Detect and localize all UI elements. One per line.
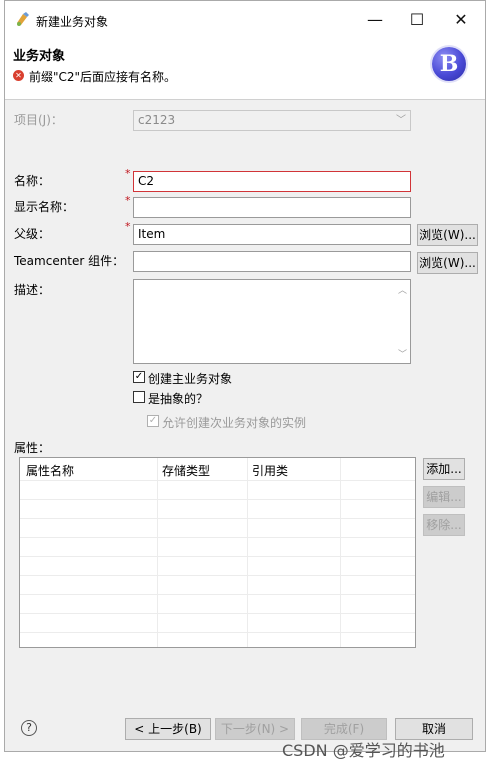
name-value: C2 bbox=[138, 174, 155, 188]
row-divider bbox=[20, 480, 415, 481]
allow-secondary-checkbox: ✓ bbox=[147, 415, 159, 427]
wizard-header: 业务对象 ✕ 前缀"C2"后面应接有名称。 B bbox=[5, 39, 485, 100]
row-divider bbox=[20, 499, 415, 500]
row-divider bbox=[20, 632, 415, 633]
row-divider bbox=[20, 594, 415, 595]
required-marker: * bbox=[125, 220, 131, 233]
parent-label: 父级： bbox=[14, 227, 51, 241]
row-divider bbox=[20, 537, 415, 538]
properties-label: 属性： bbox=[14, 441, 51, 455]
abstract-label: 是抽象的？ bbox=[148, 392, 209, 406]
chevron-down-icon: ﹀ bbox=[396, 115, 406, 126]
required-marker: * bbox=[125, 194, 131, 207]
browse-parent-button[interactable]: 浏览(W)... bbox=[417, 224, 478, 246]
scroll-down-icon[interactable]: ﹀ bbox=[398, 347, 407, 360]
edit-property-button: 编辑... bbox=[423, 486, 465, 508]
close-button[interactable]: ✕ bbox=[441, 5, 481, 35]
window-title: 新建业务对象 bbox=[36, 15, 109, 29]
help-icon[interactable]: ? bbox=[21, 720, 37, 736]
error-message: 前缀"C2"后面应接有名称。 bbox=[29, 70, 177, 84]
column-header[interactable]: 存储类型 bbox=[162, 462, 210, 479]
new-business-object-dialog: 新建业务对象 — ☐ ✕ 业务对象 ✕ 前缀"C2"后面应接有名称。 B 项目(… bbox=[4, 0, 486, 752]
column-header[interactable]: 属性名称 bbox=[26, 462, 74, 479]
parent-value: Item bbox=[138, 227, 166, 241]
title-bar: 新建业务对象 — ☐ ✕ bbox=[5, 1, 485, 39]
maximize-button[interactable]: ☐ bbox=[397, 5, 437, 35]
description-label: 描述： bbox=[14, 283, 51, 297]
error-icon: ✕ bbox=[13, 70, 24, 81]
scroll-up-icon[interactable]: ︿ bbox=[398, 283, 407, 296]
required-marker: * bbox=[125, 167, 131, 180]
row-divider bbox=[20, 518, 415, 519]
page-title: 业务对象 bbox=[13, 49, 66, 64]
row-divider bbox=[20, 613, 415, 614]
teamcenter-component-label: Teamcenter 组件： bbox=[14, 254, 125, 268]
column-divider bbox=[340, 458, 341, 647]
display-name-input[interactable] bbox=[133, 197, 411, 218]
browse-component-button[interactable]: 浏览(W)... bbox=[417, 252, 478, 274]
create-primary-label: 创建主业务对象 bbox=[148, 372, 233, 386]
parent-input[interactable]: Item bbox=[133, 224, 411, 245]
add-property-button[interactable]: 添加... bbox=[423, 458, 465, 480]
abstract-checkbox[interactable] bbox=[133, 391, 145, 403]
description-textarea[interactable]: ︿ ﹀ bbox=[133, 279, 411, 364]
properties-table[interactable]: 属性名称 存储类型 引用类 bbox=[19, 457, 416, 648]
column-header[interactable]: 引用类 bbox=[252, 462, 288, 479]
column-divider bbox=[247, 458, 248, 647]
name-input[interactable]: C2 bbox=[133, 171, 411, 192]
project-combo: c2123 ﹀ bbox=[133, 110, 411, 131]
watermark-text: CSDN @爱学习的书池 bbox=[282, 741, 445, 760]
project-label: 项目(J)： bbox=[14, 113, 63, 127]
remove-property-button: 移除... bbox=[423, 514, 465, 536]
create-primary-checkbox[interactable]: ✓ bbox=[133, 371, 145, 383]
project-value: c2123 bbox=[138, 113, 176, 127]
row-divider bbox=[20, 556, 415, 557]
app-icon bbox=[15, 11, 31, 27]
minimize-button[interactable]: — bbox=[355, 5, 395, 35]
teamcenter-component-input[interactable] bbox=[133, 251, 411, 272]
name-label: 名称： bbox=[14, 174, 51, 188]
background-window bbox=[486, 0, 491, 765]
back-button[interactable]: < 上一步(B) bbox=[125, 718, 211, 740]
row-divider bbox=[20, 575, 415, 576]
column-divider bbox=[157, 458, 158, 647]
business-object-logo: B bbox=[432, 47, 466, 81]
display-name-label: 显示名称： bbox=[14, 200, 75, 214]
allow-secondary-label: 允许创建次业务对象的实例 bbox=[162, 416, 307, 430]
